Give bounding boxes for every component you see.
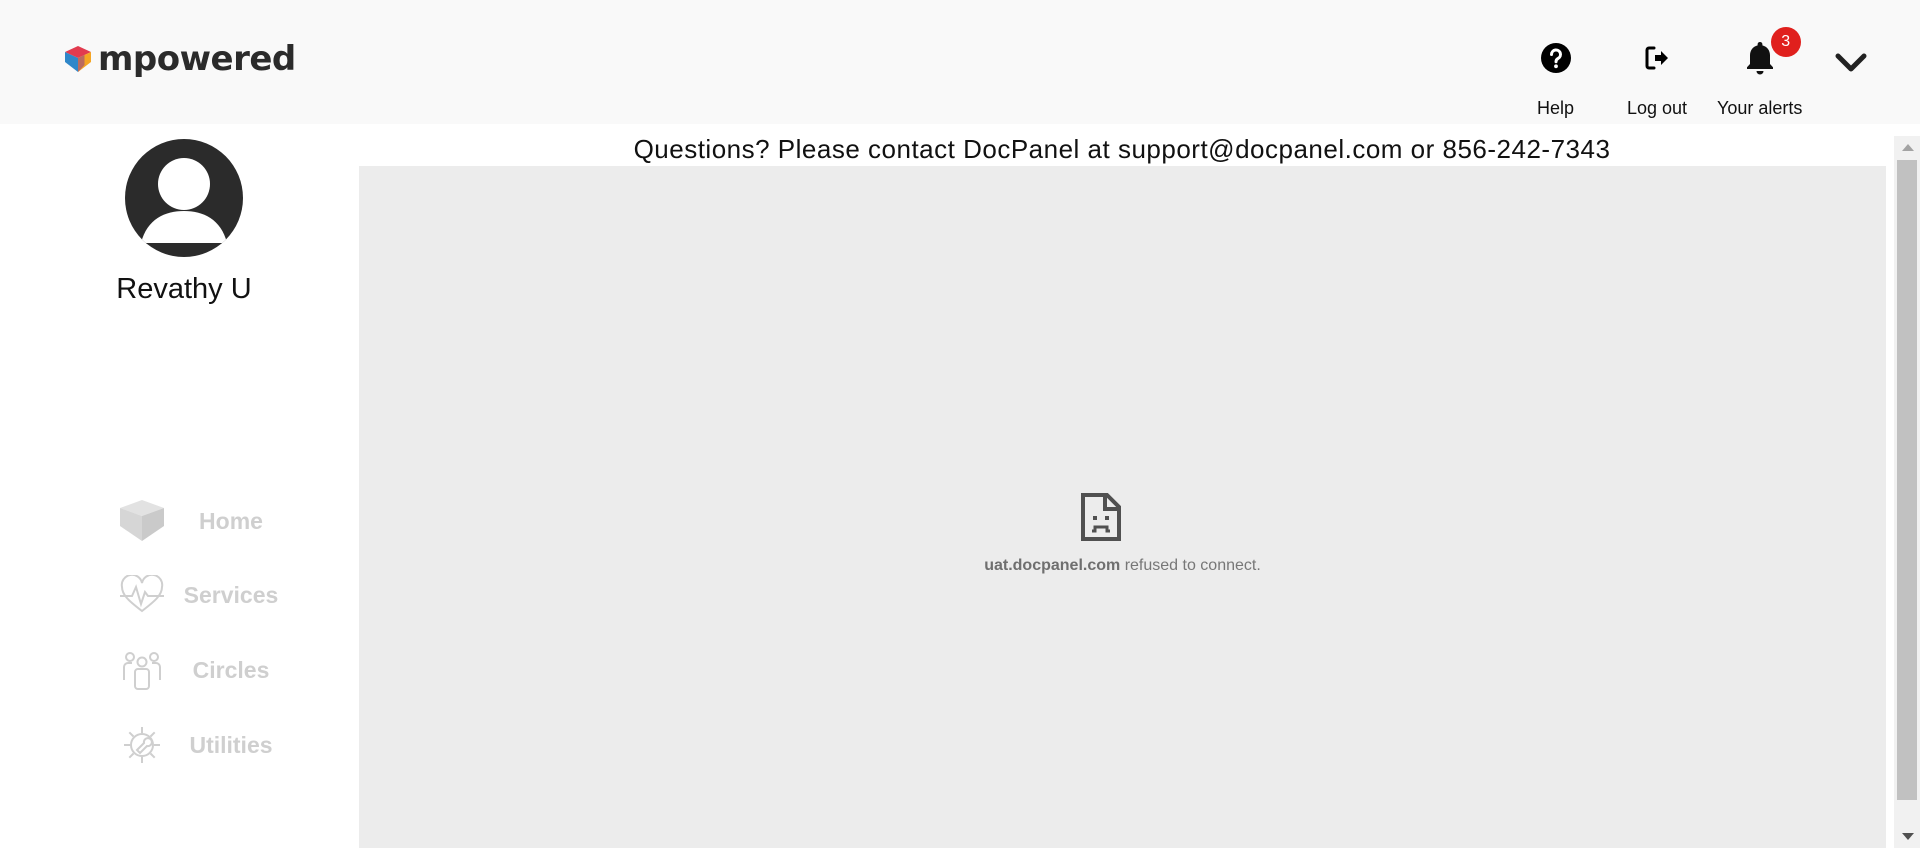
sidebar-item-home[interactable]: Home: [115, 500, 281, 542]
logout-icon: [1645, 46, 1669, 70]
heart-pulse-icon: [120, 575, 164, 613]
scrollbar-thumb[interactable]: [1897, 160, 1917, 800]
user-avatar[interactable]: [125, 139, 243, 257]
gear-wrench-icon: [124, 727, 160, 763]
sidebar-item-label: Utilities: [189, 731, 273, 758]
alerts-label: Your alerts: [1717, 98, 1803, 118]
error-detail: refused to connect.: [1124, 557, 1261, 574]
sidebar-item-services[interactable]: Services: [115, 575, 281, 615]
help-circle-icon: [1540, 43, 1571, 73]
help-label: Help: [1537, 98, 1575, 118]
user-avatar-icon: [141, 158, 227, 243]
sidebar: Revathy U Home Services Circles Utilitie…: [0, 124, 358, 848]
scroll-down-arrow[interactable]: [1902, 833, 1914, 840]
alerts-count-badge: 3: [1770, 27, 1801, 57]
logout-button[interactable]: Log out: [1627, 38, 1687, 119]
sad-document-icon: [1081, 493, 1121, 541]
error-message: uat.docpanel.com refused to connect.: [359, 557, 1886, 575]
top-header: mpowered Help Log out 3 Your alerts: [0, 0, 1920, 124]
brand-logo[interactable]: mpowered: [61, 42, 296, 76]
scroll-up-arrow[interactable]: [1902, 144, 1914, 151]
sidebar-item-label: Home: [199, 507, 263, 534]
sidebar-item-utilities[interactable]: Utilities: [115, 725, 281, 765]
account-menu-toggle[interactable]: [1834, 46, 1868, 81]
user-name: Revathy U: [116, 273, 252, 305]
sidebar-item-label: Services: [183, 581, 279, 608]
heart-home-icon: [120, 500, 164, 541]
embedded-frame: uat.docpanel.com refused to connect.: [359, 166, 1886, 848]
sidebar-item-circles[interactable]: Circles: [115, 650, 281, 690]
vertical-scrollbar[interactable]: [1894, 136, 1920, 848]
help-button[interactable]: Help: [1537, 38, 1574, 119]
heart-logo-icon: [65, 46, 91, 72]
error-document: [1081, 493, 1121, 546]
brand-name: mpowered: [98, 39, 296, 79]
people-group-icon: [123, 652, 161, 690]
support-contact-text: Questions? Please contact DocPanel at su…: [633, 134, 1611, 164]
alerts-button[interactable]: 3 Your alerts: [1717, 27, 1803, 119]
sidebar-item-label: Circles: [192, 656, 270, 683]
chevron-down-icon: [1835, 53, 1867, 72]
logout-label: Log out: [1627, 98, 1688, 118]
error-host: uat.docpanel.com: [984, 557, 1121, 574]
